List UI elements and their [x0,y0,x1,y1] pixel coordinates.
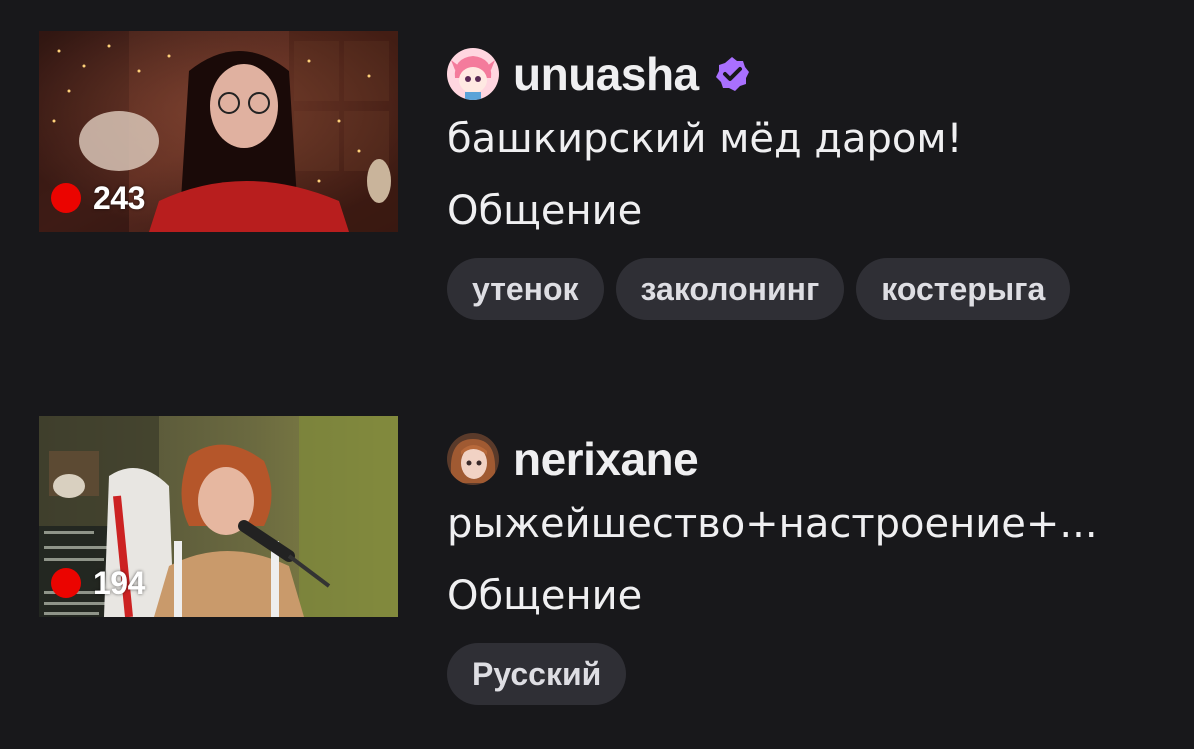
stream-info: unuasha башкирский мёд даром! Общение ут… [447,31,1177,320]
avatar-image [447,48,499,100]
viewer-count: 243 [93,179,145,216]
viewer-count: 194 [93,564,145,601]
viewer-count-badge: 243 [51,179,145,216]
channel-row: unuasha [447,44,1177,104]
tag[interactable]: костерыга [856,258,1071,320]
tag[interactable]: Русский [447,643,627,705]
channel-avatar[interactable] [447,433,499,485]
tag[interactable]: утенок [447,258,604,320]
channel-name[interactable]: unuasha [513,47,699,101]
channel-name[interactable]: nerixane [513,432,699,486]
stream-category[interactable]: Общение [447,182,1177,240]
stream-list: 243 unuasha башкирский мёд даром! Общени… [0,0,1194,749]
tag-list: утенок заколонинг костерыга [447,258,1177,320]
channel-row: nerixane [447,429,1177,489]
viewer-count-badge: 194 [51,564,145,601]
verified-badge-icon [715,57,749,91]
live-indicator-icon [51,183,81,213]
stream-thumbnail[interactable]: 243 [39,31,398,232]
tag[interactable]: заколонинг [615,258,845,320]
stream-thumbnail[interactable]: 194 [39,416,398,617]
stream-title[interactable]: башкирский мёд даром! [447,110,1159,168]
avatar-image [447,433,499,485]
stream-info: nerixane рыжейшество+настроение+... Обще… [447,416,1177,705]
channel-avatar[interactable] [447,48,499,100]
tag-list: Русский [447,643,1177,705]
stream-category[interactable]: Общение [447,567,1177,625]
live-indicator-icon [51,568,81,598]
stream-title[interactable]: рыжейшество+настроение+... [447,495,1159,553]
